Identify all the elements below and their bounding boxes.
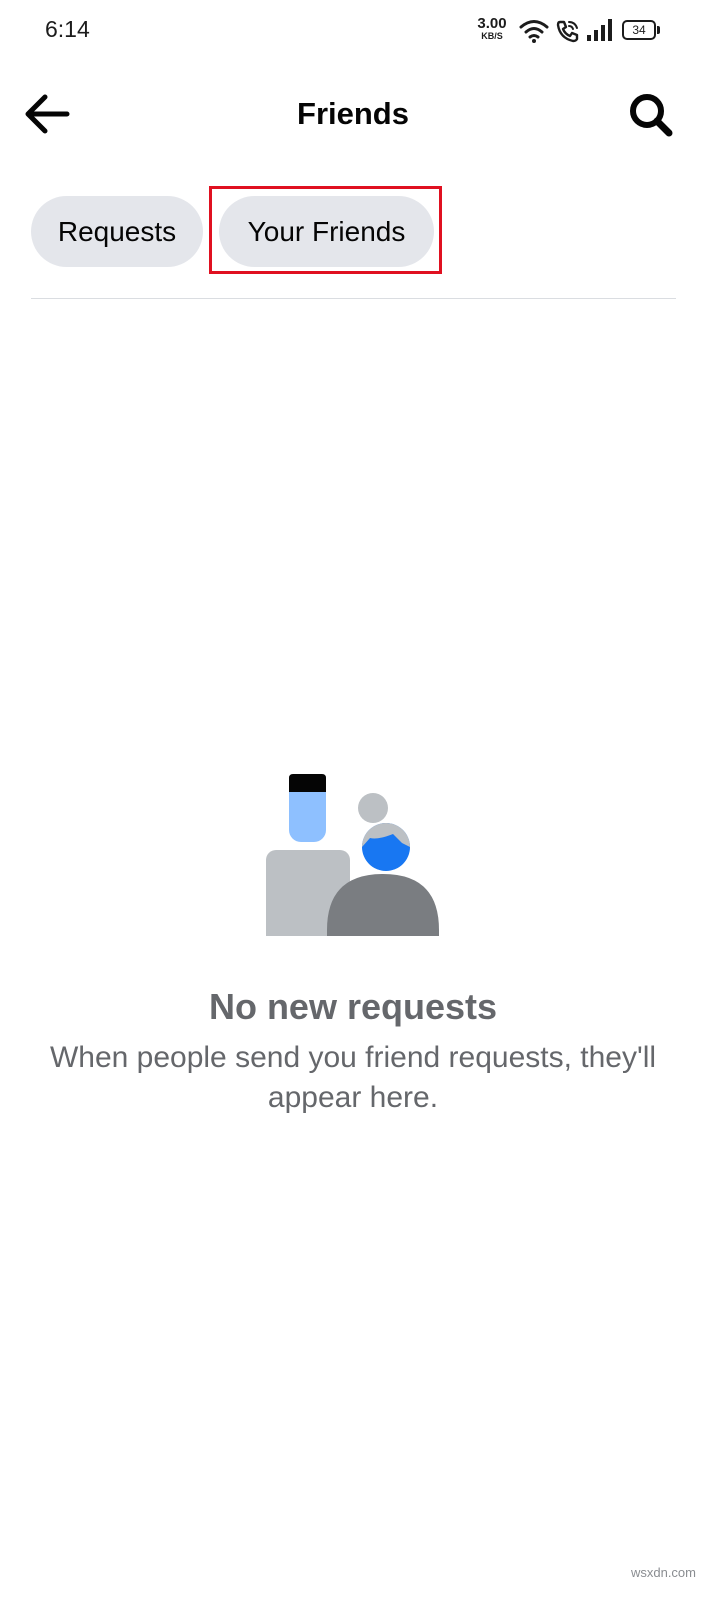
empty-state-title: No new requests: [208, 986, 498, 1027]
page-title: Friends: [297, 96, 409, 131]
wifi-icon: [519, 20, 549, 43]
status-bar: 6:14 3.00 KB/S 34: [0, 0, 720, 64]
tab-requests[interactable]: Requests: [31, 196, 203, 267]
watermark: wsxdn.com: [630, 1565, 696, 1580]
friends-empty-illustration: [266, 774, 439, 936]
divider: [31, 298, 676, 299]
network-speed-value: 3.00: [477, 15, 507, 32]
status-time: 6:14: [45, 16, 90, 42]
empty-state-description: When people send you friend requests, th…: [49, 1041, 657, 1114]
highlight-annotation: [209, 186, 442, 274]
network-speed: 3.00 KB/S: [474, 16, 510, 41]
battery-tip: [657, 26, 660, 34]
app-header: Friends: [0, 64, 720, 164]
network-speed-unit: KB/S: [481, 31, 503, 41]
battery-icon: 34: [622, 20, 656, 40]
wifi-calling-icon: [556, 20, 579, 43]
signal-icon: [587, 19, 612, 41]
search-icon[interactable]: [626, 90, 676, 140]
